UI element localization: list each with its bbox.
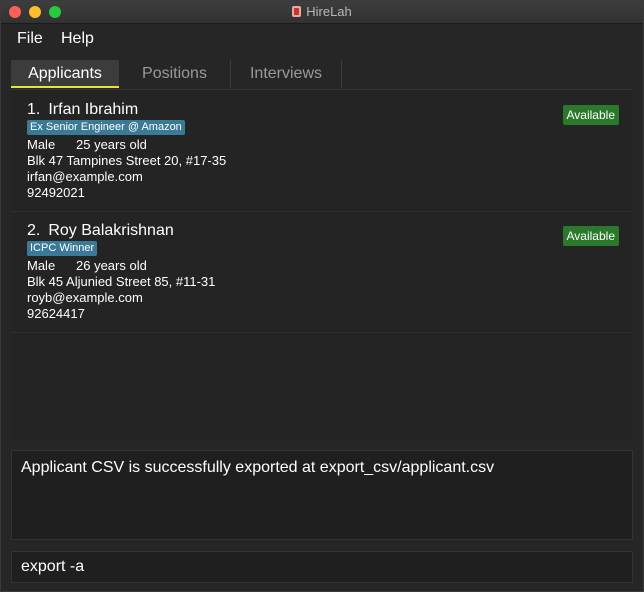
result-display: Applicant CSV is successfully exported a… bbox=[11, 450, 633, 540]
applicant-email: irfan@example.com bbox=[27, 169, 143, 184]
applicant-phone: 92492021 bbox=[27, 185, 85, 200]
command-input[interactable] bbox=[12, 552, 632, 582]
applicant-name-line: 1. Irfan Ibrahim bbox=[27, 101, 138, 119]
applicant-tag: Ex Senior Engineer @ Amazon bbox=[27, 120, 185, 135]
window-title-area: HireLah bbox=[1, 4, 643, 19]
applicant-age: 25 years old bbox=[76, 137, 147, 152]
applicant-card[interactable]: 1. Irfan Ibrahim Ex Senior Engineer @ Ama… bbox=[11, 90, 633, 212]
applicant-address: Blk 47 Tampines Street 20, #17-35 bbox=[27, 153, 227, 168]
applicant-name: Roy Balakrishnan bbox=[48, 222, 174, 239]
applicant-name-line: 2. Roy Balakrishnan bbox=[27, 222, 174, 240]
menu-help[interactable]: Help bbox=[61, 30, 94, 48]
app-icon bbox=[292, 6, 302, 17]
menu-file[interactable]: File bbox=[17, 30, 43, 48]
applicant-name: Irfan Ibrahim bbox=[48, 101, 139, 118]
command-box[interactable] bbox=[11, 551, 633, 583]
applicant-gender: Male bbox=[27, 258, 56, 273]
applicant-index: 2. bbox=[27, 222, 41, 239]
title-bar: HireLah bbox=[1, 1, 643, 24]
applicant-email: royb@example.com bbox=[27, 290, 143, 305]
applicant-phone: 92624417 bbox=[27, 306, 85, 321]
applicant-age: 26 years old bbox=[76, 258, 147, 273]
applicant-index: 1. bbox=[27, 101, 41, 118]
app-window: HireLah File Help Applicants Positions I… bbox=[0, 0, 644, 592]
status-badge: Available bbox=[562, 105, 619, 125]
applicant-gender: Male bbox=[27, 137, 56, 152]
applicant-card[interactable]: 2. Roy Balakrishnan ICPC Winner Available… bbox=[11, 211, 633, 333]
applicant-tag: ICPC Winner bbox=[27, 241, 98, 256]
applicant-gender-age: Male 25 years old bbox=[27, 137, 147, 152]
tab-positions[interactable]: Positions bbox=[119, 60, 231, 88]
tab-interviews[interactable]: Interviews bbox=[231, 60, 342, 88]
status-badge: Available bbox=[562, 226, 619, 246]
menu-bar: File Help bbox=[1, 24, 643, 54]
window-title: HireLah bbox=[306, 4, 352, 19]
result-message: Applicant CSV is successfully exported a… bbox=[21, 459, 495, 476]
applicant-address: Blk 45 Aljunied Street 85, #11-31 bbox=[27, 274, 216, 289]
tab-bar: Applicants Positions Interviews bbox=[1, 54, 643, 89]
tab-applicants[interactable]: Applicants bbox=[11, 60, 119, 88]
applicant-list[interactable]: 1. Irfan Ibrahim Ex Senior Engineer @ Ama… bbox=[11, 89, 633, 441]
applicant-gender-age: Male 26 years old bbox=[27, 258, 147, 273]
